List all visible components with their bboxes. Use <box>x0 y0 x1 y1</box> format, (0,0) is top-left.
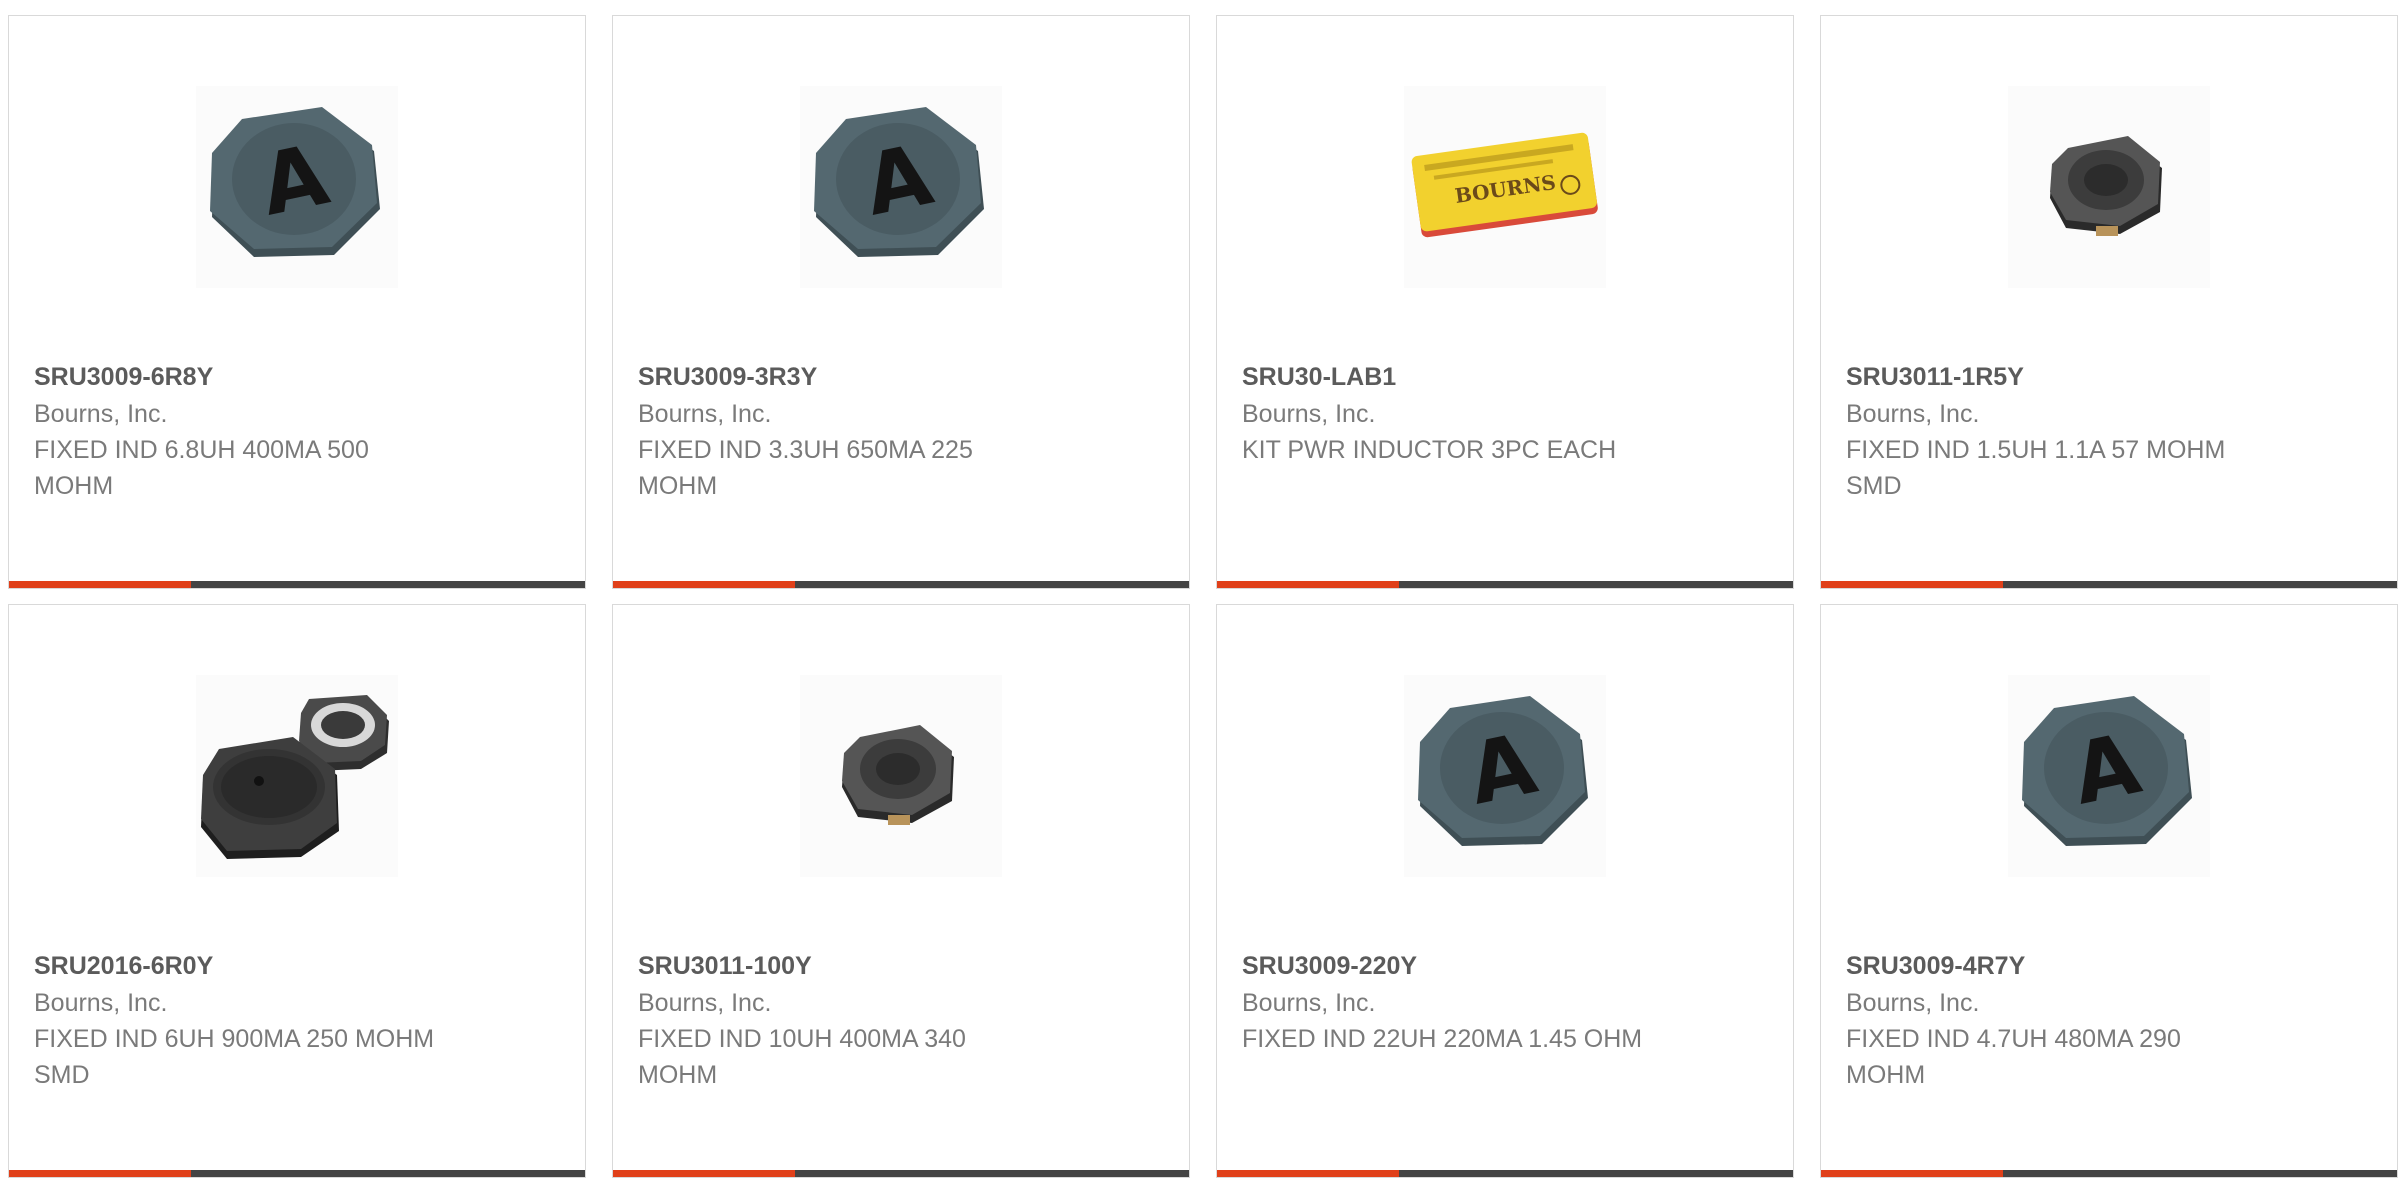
product-description: FIXED IND 6UH 900MA 250 MOHM SMD <box>34 1025 435 1089</box>
product-info: SRU3011-1R5Y Bourns, Inc. FIXED IND 1.5U… <box>1846 359 2377 504</box>
a-marked-inductor-icon: A <box>814 107 984 257</box>
card-accent-bar <box>613 581 795 588</box>
product-description: FIXED IND 22UH 220MA 1.45 OHM <box>1242 1025 1643 1053</box>
product-card[interactable]: A SRU3009-3R3Y Bourns, Inc. FIXED IND 3.… <box>612 15 1190 589</box>
small-smd-inductor-icon <box>842 725 954 825</box>
card-accent-bar <box>1217 581 1399 588</box>
card-bottom-bar <box>1821 581 2397 588</box>
product-info: SRU3009-4R7Y Bourns, Inc. FIXED IND 4.7U… <box>1846 948 2377 1093</box>
card-bottom-bar <box>9 581 585 588</box>
card-bottom-bar <box>1217 581 1793 588</box>
card-accent-bar <box>9 581 191 588</box>
card-accent-bar <box>1217 1170 1399 1177</box>
product-image[interactable]: BOURNS <box>1404 86 1606 288</box>
card-bottom-bar <box>1217 1170 1793 1177</box>
card-accent-bar <box>613 1170 795 1177</box>
part-number[interactable]: SRU3009-3R3Y <box>638 359 1169 396</box>
a-marked-inductor-icon: A <box>210 107 380 257</box>
product-image[interactable] <box>196 675 398 877</box>
product-description: FIXED IND 1.5UH 1.1A 57 MOHM SMD <box>1846 436 2226 500</box>
part-number[interactable]: SRU30-LAB1 <box>1242 359 1773 396</box>
card-accent-bar <box>1821 1170 2003 1177</box>
product-info: SRU30-LAB1 Bourns, Inc. KIT PWR INDUCTOR… <box>1242 359 1773 468</box>
part-number[interactable]: SRU3009-220Y <box>1242 948 1773 985</box>
manufacturer: Bourns, Inc. <box>1242 400 1376 428</box>
manufacturer: Bourns, Inc. <box>1242 989 1376 1017</box>
product-description: FIXED IND 3.3UH 650MA 225 MOHM <box>638 436 973 500</box>
product-description: FIXED IND 4.7UH 480MA 290 MOHM <box>1846 1025 2181 1089</box>
kit-box-icon: BOURNS <box>1411 132 1598 238</box>
product-card[interactable]: A SRU3009-4R7Y Bourns, Inc. FIXED IND 4.… <box>1820 604 2398 1178</box>
part-number[interactable]: SRU3011-100Y <box>638 948 1169 985</box>
a-marked-inductor-icon: A <box>1418 696 1588 846</box>
product-card[interactable]: SRU3011-100Y Bourns, Inc. FIXED IND 10UH… <box>612 604 1190 1178</box>
part-number[interactable]: SRU3009-6R8Y <box>34 359 565 396</box>
card-bottom-bar <box>9 1170 585 1177</box>
product-description: FIXED IND 6.8UH 400MA 500 MOHM <box>34 436 369 500</box>
manufacturer: Bourns, Inc. <box>34 400 168 428</box>
product-info: SRU2016-6R0Y Bourns, Inc. FIXED IND 6UH … <box>34 948 565 1093</box>
product-card[interactable]: BOURNS SRU30-LAB1 Bourns, Inc. KIT PWR I… <box>1216 15 1794 589</box>
product-info: SRU3009-3R3Y Bourns, Inc. FIXED IND 3.3U… <box>638 359 1169 504</box>
manufacturer: Bourns, Inc. <box>638 989 772 1017</box>
product-description: KIT PWR INDUCTOR 3PC EACH <box>1242 436 1617 464</box>
card-bottom-bar <box>613 581 1189 588</box>
product-card[interactable]: A SRU3009-220Y Bourns, Inc. FIXED IND 22… <box>1216 604 1794 1178</box>
product-image[interactable] <box>2008 86 2210 288</box>
card-accent-bar <box>1821 581 2003 588</box>
part-number[interactable]: SRU3011-1R5Y <box>1846 359 2377 396</box>
product-info: SRU3009-220Y Bourns, Inc. FIXED IND 22UH… <box>1242 948 1773 1057</box>
manufacturer: Bourns, Inc. <box>1846 989 1980 1017</box>
product-card[interactable]: SRU3011-1R5Y Bourns, Inc. FIXED IND 1.5U… <box>1820 15 2398 589</box>
product-image[interactable]: A <box>196 86 398 288</box>
part-number[interactable]: SRU2016-6R0Y <box>34 948 565 985</box>
product-image[interactable]: A <box>1404 675 1606 877</box>
product-info: SRU3011-100Y Bourns, Inc. FIXED IND 10UH… <box>638 948 1169 1093</box>
product-image[interactable] <box>800 675 1002 877</box>
product-image[interactable]: A <box>2008 675 2210 877</box>
card-accent-bar <box>9 1170 191 1177</box>
product-image[interactable]: A <box>800 86 1002 288</box>
product-info: SRU3009-6R8Y Bourns, Inc. FIXED IND 6.8U… <box>34 359 565 504</box>
manufacturer: Bourns, Inc. <box>638 400 772 428</box>
product-card[interactable]: A SRU3009-6R8Y Bourns, Inc. FIXED IND 6.… <box>8 15 586 589</box>
dual-inductor-icon <box>201 695 389 859</box>
product-description: FIXED IND 10UH 400MA 340 MOHM <box>638 1025 966 1089</box>
manufacturer: Bourns, Inc. <box>1846 400 1980 428</box>
product-grid: A SRU3009-6R8Y Bourns, Inc. FIXED IND 6.… <box>8 15 2398 1178</box>
card-bottom-bar <box>1821 1170 2397 1177</box>
part-number[interactable]: SRU3009-4R7Y <box>1846 948 2377 985</box>
a-marked-inductor-icon: A <box>2022 696 2192 846</box>
card-bottom-bar <box>613 1170 1189 1177</box>
small-smd-inductor-icon <box>2050 136 2162 236</box>
manufacturer: Bourns, Inc. <box>34 989 168 1017</box>
product-card[interactable]: SRU2016-6R0Y Bourns, Inc. FIXED IND 6UH … <box>8 604 586 1178</box>
